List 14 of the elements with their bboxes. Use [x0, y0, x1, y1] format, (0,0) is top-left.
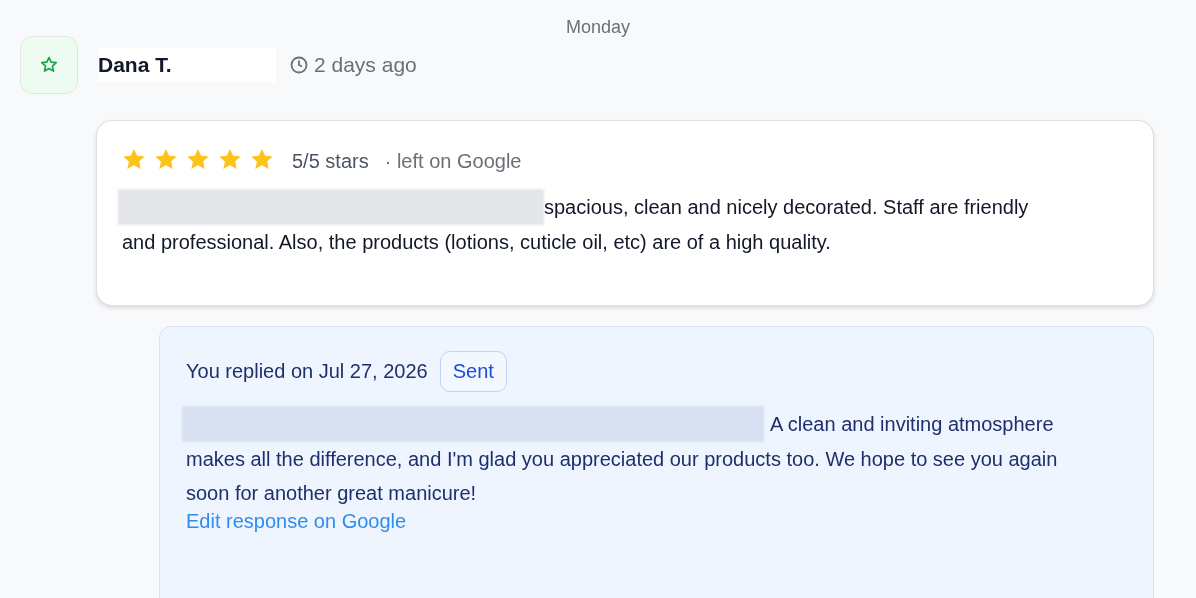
reply-text: makes all the difference, and I'm glad you appreciated our products too. We hope to see you again soon for another great manicure! [186, 447, 1059, 506]
status-badge: Sent [439, 351, 507, 392]
review-text: spacious, clean and nicely decorated. Staff are friendly [544, 195, 1029, 220]
reviewer-name: Dana T. [98, 48, 276, 82]
clock-icon [290, 56, 308, 74]
review-text: and professional. Also, the products (lotions, cuticle oil, etc) are of a high quality. [122, 230, 832, 255]
star-icon [39, 55, 59, 75]
reply-date: You replied on Jul 27, 2026 [186, 360, 428, 383]
rating-text: 5/5 stars [292, 149, 369, 173]
edit-response-link[interactable]: Edit response on Google [186, 510, 407, 533]
day-label: Monday [564, 16, 631, 36]
review-source: · left on Google [384, 149, 522, 173]
review-time: 2 days ago [314, 53, 417, 77]
reply-text: A clean and inviting atmosphere [770, 412, 1054, 437]
